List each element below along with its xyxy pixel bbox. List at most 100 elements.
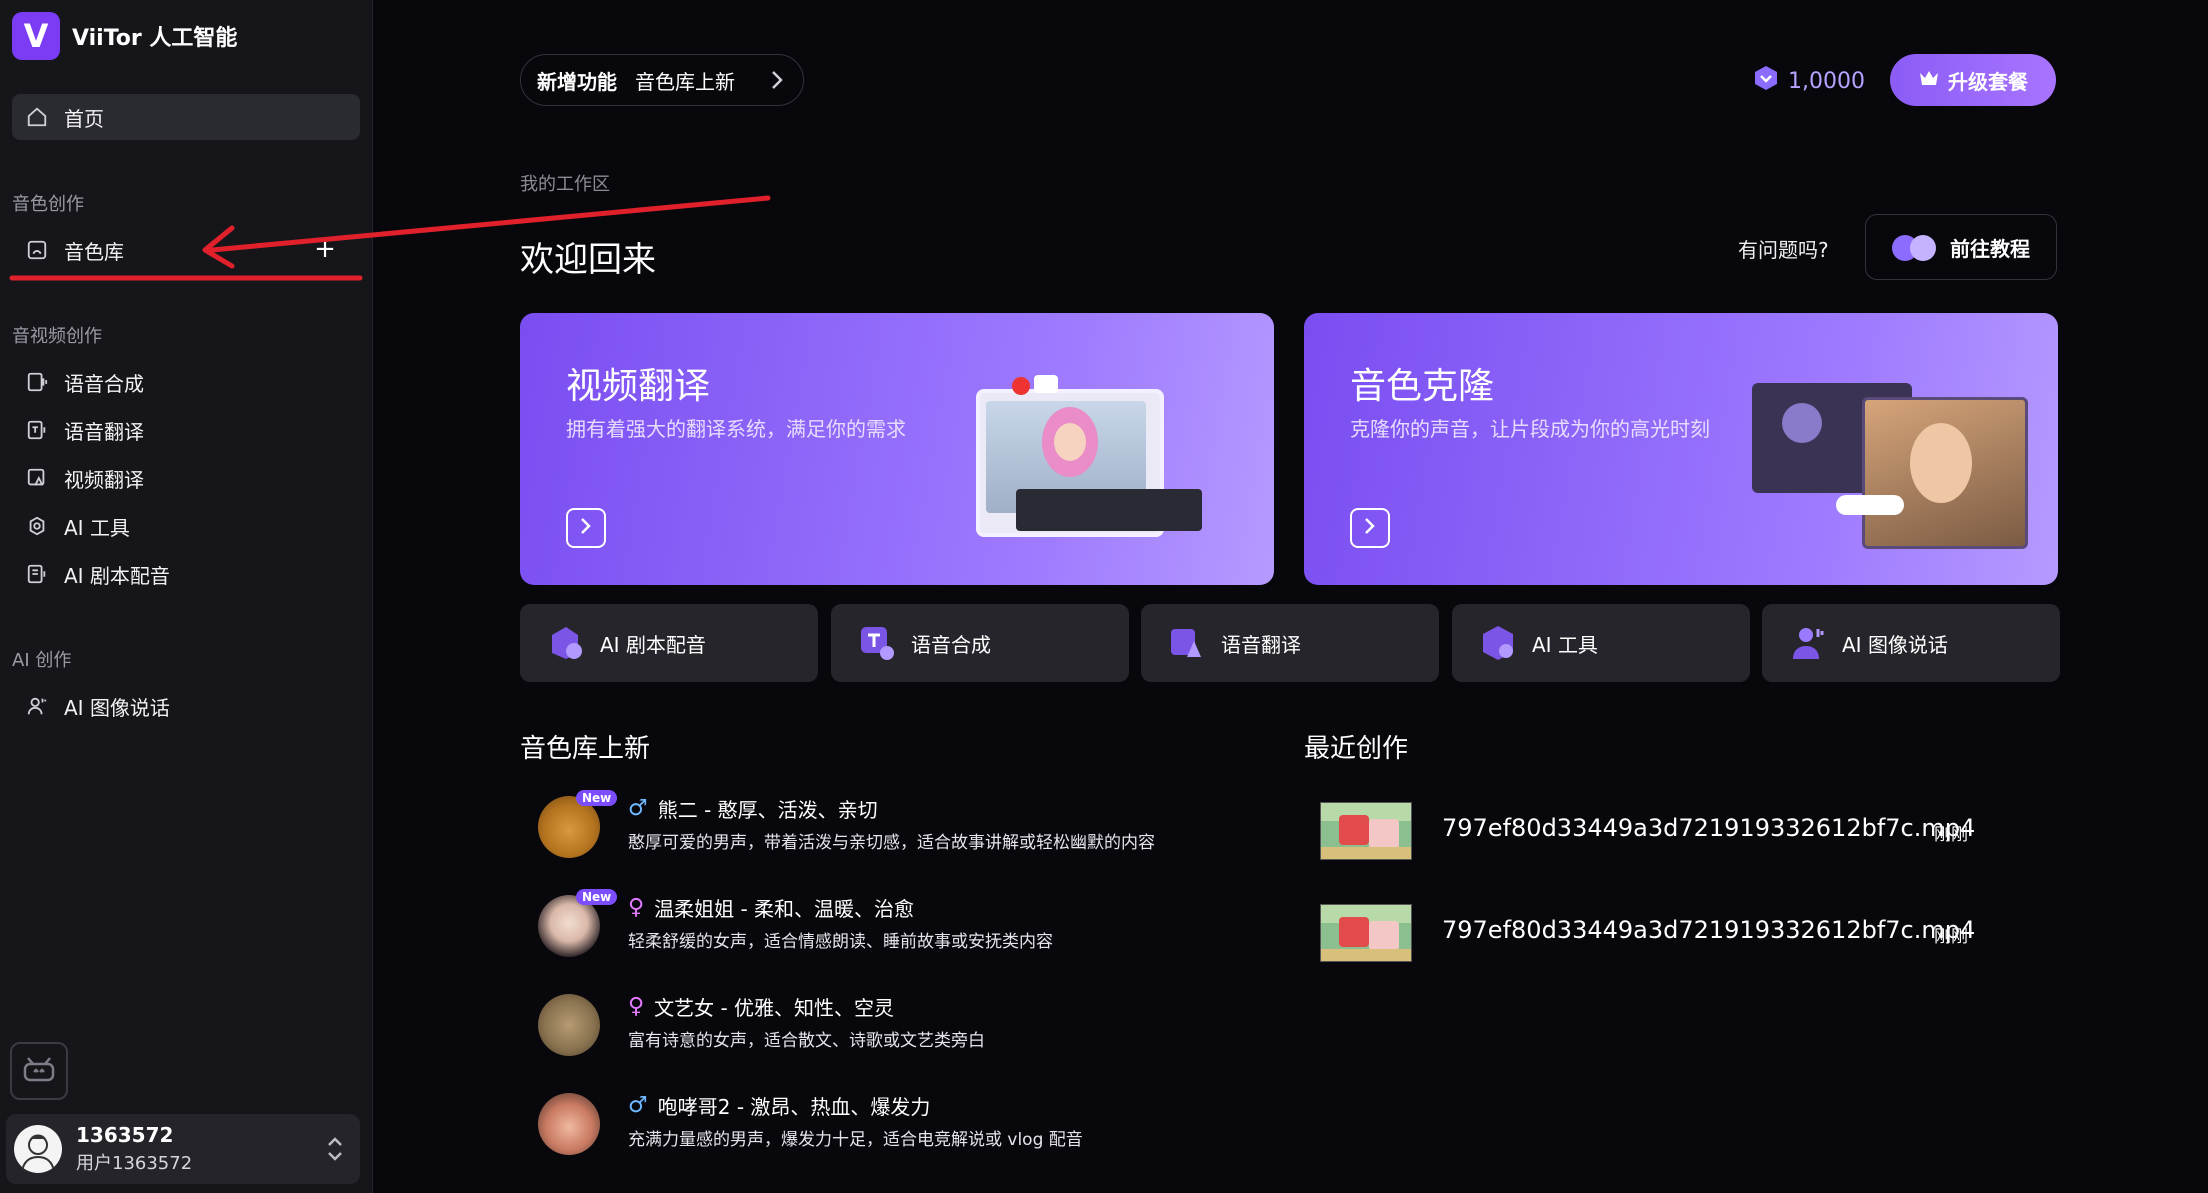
tutorial-button[interactable]: 前往教程 <box>1865 214 2057 280</box>
shortcut-tts[interactable]: 语音合成 <box>831 604 1129 682</box>
sidebar-item-speech-translate[interactable]: 语音翻译 <box>12 407 360 453</box>
voice-title: ♂ 熊二 - 憨厚、活泼、亲切 <box>628 794 878 823</box>
feature-desc: 克隆你的声音，让片段成为你的高光时刻 <box>1350 417 1710 441</box>
female-icon: ♀ <box>628 994 645 1019</box>
ai-tools-icon <box>26 515 48 537</box>
sidebar-item-ai-script-dub[interactable]: AI 剧本配音 <box>12 551 360 597</box>
image-talk-icon <box>1788 623 1828 663</box>
sidebar-item-label: 语音合成 <box>64 371 144 396</box>
upgrade-button[interactable]: 升级套餐 <box>1890 54 2056 106</box>
new-feature-tag: 新增功能 <box>537 69 617 94</box>
add-voice-button[interactable]: + <box>314 236 336 262</box>
video-thumbnail <box>1320 904 1412 962</box>
voice-title: ♀ 文艺女 - 优雅、知性、空灵 <box>628 992 894 1021</box>
sidebar-item-label: AI 图像说话 <box>64 695 170 720</box>
brand-logo: V <box>12 12 60 60</box>
home-icon <box>26 106 48 128</box>
feature-go-button[interactable] <box>1350 508 1390 548</box>
shortcut-label: 语音合成 <box>911 632 991 657</box>
sidebar-item-label: AI 剧本配音 <box>64 563 170 588</box>
female-icon: ♀ <box>628 895 645 920</box>
voice-title: ♂ 咆哮哥2 - 激昂、热血、爆发力 <box>628 1091 930 1120</box>
table-row[interactable]: 797ef80d33449a3d721919332612bf7c.mp4 刚刚 <box>1320 802 2056 882</box>
list-item[interactable]: New ♀ 温柔姐姐 - 柔和、温暖、治愈 轻柔舒缓的女声，适合情感朗读、睡前故事… <box>538 889 1238 969</box>
voice-clone-illustration <box>1752 383 2042 573</box>
list-item[interactable]: ♂ 咆哮哥2 - 激昂、热血、爆发力 充满力量感的男声，爆发力十足，适合电竞解说或… <box>538 1087 1238 1167</box>
voice-title: ♀ 温柔姐姐 - 柔和、温暖、治愈 <box>628 893 914 922</box>
voice-desc: 轻柔舒缓的女声，适合情感朗读、睡前故事或安抚类内容 <box>628 932 1053 952</box>
main-content: 新增功能 音色库上新 1,0000 升级套餐 我的工作区 欢迎回来 有问题吗? … <box>372 0 2208 1193</box>
sidebar-item-label: 语音翻译 <box>64 419 144 444</box>
new-feature-banner[interactable]: 新增功能 音色库上新 <box>520 54 804 106</box>
list-item[interactable]: ♀ 文艺女 - 优雅、知性、空灵 富有诗意的女声，适合散文、诗歌或文艺类旁白 <box>538 988 1238 1068</box>
brand-name: ViiTor 人工智能 <box>72 26 238 51</box>
video-thumbnail <box>1320 802 1412 860</box>
video-translate-icon <box>26 467 48 489</box>
tts-icon <box>857 623 897 663</box>
timestamp: 刚刚 <box>1934 927 1968 947</box>
sidebar-item-label: 音色库 <box>64 239 124 264</box>
chevron-updown-icon[interactable] <box>326 1136 344 1166</box>
voice-library-title: 音色库上新 <box>520 734 651 764</box>
feature-desc: 拥有着强大的翻译系统，满足你的需求 <box>566 417 906 441</box>
voice-desc: 充满力量感的男声，爆发力十足，适合电竞解说或 vlog 配音 <box>628 1130 1083 1150</box>
user-name: 用户1363572 <box>76 1153 193 1174</box>
list-item[interactable]: New ♂ 熊二 - 憨厚、活泼、亲切 憨厚可爱的男声，带着活泼与亲切感，适合故事… <box>538 790 1238 870</box>
credit-shield-icon <box>1752 64 1780 98</box>
voice-desc: 富有诗意的女声，适合散文、诗歌或文艺类旁白 <box>628 1031 985 1051</box>
file-name: 797ef80d33449a3d721919332612bf7c.mp4 <box>1442 814 1976 842</box>
sidebar-item-home[interactable]: 首页 <box>12 94 360 140</box>
shortcut-ai-script-dub[interactable]: AI 剧本配音 <box>520 604 818 682</box>
sidebar-item-video-translate[interactable]: 视频翻译 <box>12 455 360 501</box>
sidebar-item-voice-library[interactable]: 音色库 + <box>12 227 360 273</box>
feature-card-video-translate[interactable]: 视频翻译 拥有着强大的翻译系统，满足你的需求 <box>520 313 1274 585</box>
new-feature-text: 音色库上新 <box>635 69 735 94</box>
shortcut-label: AI 剧本配音 <box>600 632 706 657</box>
user-card[interactable]: 1363572 用户1363572 <box>6 1114 360 1184</box>
voice-avatar <box>538 994 600 1056</box>
section-title-av: 音视频创作 <box>12 326 102 347</box>
crown-icon <box>1918 68 1940 92</box>
script-dub-icon <box>546 623 586 663</box>
sidebar-item-label: AI 工具 <box>64 515 130 540</box>
feature-title: 音色克隆 <box>1350 366 1495 407</box>
shortcut-speech-translate[interactable]: 语音翻译 <box>1141 604 1439 682</box>
credits-balance[interactable]: 1,0000 <box>1752 64 1865 98</box>
tts-icon <box>26 371 48 393</box>
tutorial-icon <box>1892 234 1938 261</box>
avatar <box>14 1125 62 1173</box>
upgrade-label: 升级套餐 <box>1948 69 2028 94</box>
file-name: 797ef80d33449a3d721919332612bf7c.mp4 <box>1442 916 1976 944</box>
sidebar-item-ai-image-talk[interactable]: AI 图像说话 <box>12 683 360 729</box>
help-question: 有问题吗? <box>1738 238 1829 262</box>
page-title: 欢迎回来 <box>520 240 656 280</box>
voice-avatar <box>538 1093 600 1155</box>
section-title-ai: AI 创作 <box>12 650 72 671</box>
sidebar-item-ai-tools[interactable]: AI 工具 <box>12 503 360 549</box>
feature-go-button[interactable] <box>566 508 606 548</box>
sidebar-item-label: 首页 <box>64 106 104 131</box>
shortcut-ai-image-talk[interactable]: AI 图像说话 <box>1762 604 2060 682</box>
new-badge: New <box>576 790 618 806</box>
shortcut-label: AI 工具 <box>1532 632 1598 657</box>
sidebar-item-tts[interactable]: 语音合成 <box>12 359 360 405</box>
image-talk-icon <box>26 695 48 717</box>
chevron-right-icon <box>769 69 785 96</box>
voice-name: 熊二 - 憨厚、活泼、亲切 <box>657 798 878 822</box>
shortcut-ai-tools[interactable]: AI 工具 <box>1452 604 1750 682</box>
feature-card-voice-clone[interactable]: 音色克隆 克隆你的声音，让片段成为你的高光时刻 <box>1304 313 2058 585</box>
video-translate-illustration <box>976 371 1202 571</box>
voice-library-icon <box>26 239 48 261</box>
table-row[interactable]: 797ef80d33449a3d721919332612bf7c.mp4 刚刚 <box>1320 904 2056 984</box>
speech-translate-icon <box>1167 623 1207 663</box>
shortcut-label: 语音翻译 <box>1221 632 1301 657</box>
sidebar: V ViiTor 人工智能 首页 音色创作 音色库 + 音视频创作 语音合成 语… <box>0 0 373 1193</box>
timestamp: 刚刚 <box>1934 825 1968 845</box>
feature-title: 视频翻译 <box>566 366 711 407</box>
user-id: 1363572 <box>76 1123 174 1147</box>
chevron-right-icon <box>1363 516 1377 540</box>
bot-button[interactable] <box>10 1042 68 1100</box>
shortcut-label: AI 图像说话 <box>1842 632 1948 657</box>
brand[interactable]: V ViiTor 人工智能 <box>12 12 237 60</box>
credits-value: 1,0000 <box>1788 68 1865 94</box>
